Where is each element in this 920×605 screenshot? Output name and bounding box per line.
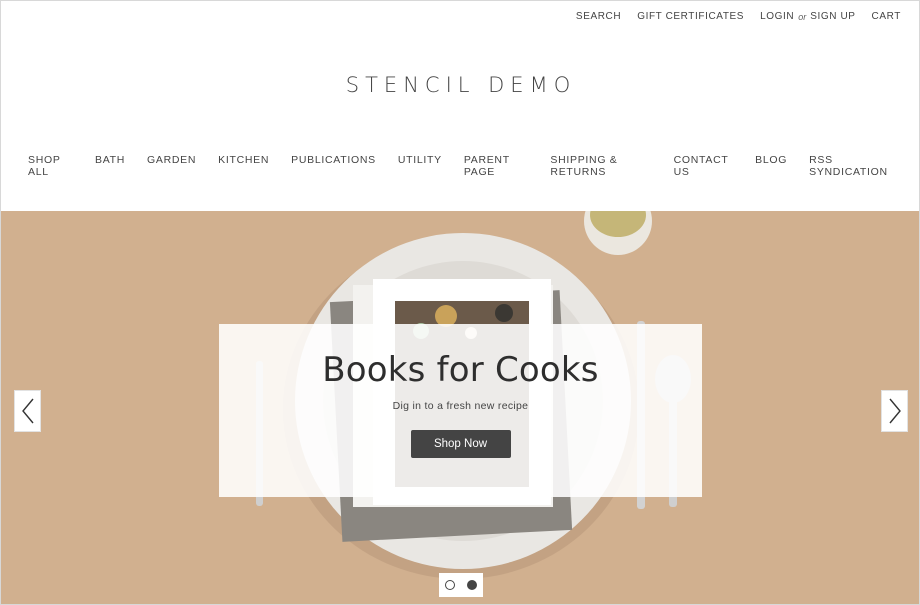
nav-bath[interactable]: BATH	[84, 154, 136, 178]
slide-caption: Books for Cooks Dig in to a fresh new re…	[219, 324, 702, 497]
carousel-next-button[interactable]	[881, 390, 908, 432]
sign-up-link[interactable]: SIGN UP	[810, 11, 855, 22]
nav-publications[interactable]: PUBLICATIONS	[280, 154, 387, 178]
nav-shop-all[interactable]: SHOP ALL	[17, 154, 84, 178]
store-logo[interactable]: STENCIL DEMO	[1, 73, 919, 97]
main-nav: SHOP ALL BATH GARDEN KITCHEN PUBLICATION…	[17, 154, 905, 178]
nav-rss-syndication[interactable]: RSS SYNDICATION	[798, 154, 905, 178]
nav-garden[interactable]: GARDEN	[136, 154, 207, 178]
utility-nav: SEARCH GIFT CERTIFICATES LOGIN or SIGN U…	[560, 11, 901, 22]
gift-certificates-link[interactable]: GIFT CERTIFICATES	[637, 11, 744, 22]
nav-blog[interactable]: BLOG	[744, 154, 798, 178]
nav-utility[interactable]: UTILITY	[387, 154, 453, 178]
carousel-dot-1[interactable]	[445, 580, 455, 590]
carousel-dot-2[interactable]	[467, 580, 477, 590]
carousel-dots	[439, 573, 483, 597]
nav-kitchen[interactable]: KITCHEN	[207, 154, 280, 178]
nav-shipping-returns[interactable]: SHIPPING & RETURNS	[539, 154, 662, 178]
shop-now-button[interactable]: Shop Now	[410, 430, 511, 458]
cart-link[interactable]: CART	[872, 11, 901, 22]
slide-title: Books for Cooks	[322, 350, 599, 390]
chevron-left-icon	[21, 398, 34, 424]
chevron-right-icon	[888, 398, 901, 424]
login-link[interactable]: LOGIN	[760, 11, 794, 22]
nav-contact-us[interactable]: CONTACT US	[663, 154, 745, 178]
account-links: LOGIN or SIGN UP	[760, 11, 855, 22]
or-text: or	[798, 11, 807, 22]
slide-subtitle: Dig in to a fresh new recipe	[392, 400, 529, 412]
nav-parent-page[interactable]: PARENT PAGE	[453, 154, 540, 178]
hero-carousel: Books for Cooks Dig in to a fresh new re…	[1, 211, 919, 604]
carousel-prev-button[interactable]	[14, 390, 41, 432]
page-frame: SEARCH GIFT CERTIFICATES LOGIN or SIGN U…	[0, 0, 920, 605]
search-link[interactable]: SEARCH	[576, 11, 621, 22]
